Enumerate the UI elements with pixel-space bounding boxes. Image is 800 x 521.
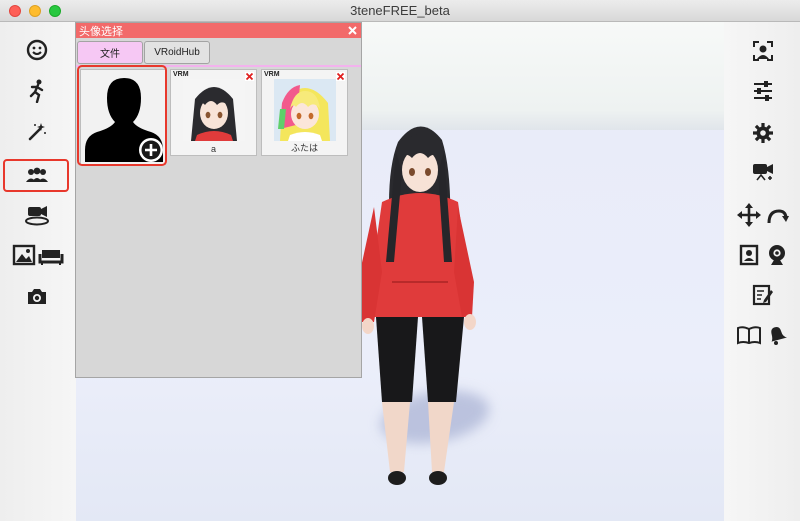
avatar-thumbnail [274, 79, 336, 141]
face-icon[interactable] [24, 38, 50, 62]
window-title: 3teneFREE_beta [350, 3, 450, 18]
right-toolbar [724, 22, 800, 521]
close-window-button[interactable] [9, 5, 21, 17]
add-avatar-highlight [77, 65, 167, 166]
panel-title-bar: 头像选择 [76, 23, 361, 38]
delete-avatar-icon[interactable] [336, 72, 345, 81]
camera-stage-icon[interactable] [22, 202, 52, 228]
background-icon[interactable] [10, 242, 66, 268]
tab-vroidhub[interactable]: VRoidHub [144, 41, 210, 64]
vrm-badge: VRM [173, 71, 189, 78]
panel-close-button[interactable] [346, 23, 359, 37]
avatar-name: a [210, 144, 216, 154]
video-camera-icon[interactable] [750, 160, 776, 184]
delete-avatar-icon[interactable] [245, 72, 254, 81]
left-toolbar [0, 22, 76, 521]
edit-icon[interactable] [750, 282, 776, 308]
avatar-name: ふたは [290, 143, 318, 153]
close-icon [348, 25, 357, 35]
panel-title: 头像选择 [79, 25, 123, 38]
motion-icon[interactable] [24, 78, 50, 104]
vrm-badge: VRM [264, 71, 280, 78]
sliders-icon[interactable] [750, 78, 776, 104]
avatar-model[interactable] [340, 112, 500, 512]
gear-icon[interactable] [750, 120, 776, 146]
title-bar: 3teneFREE_beta [0, 0, 800, 22]
screenshot-icon[interactable] [24, 284, 50, 308]
source-tabs: 文件 VRoidHub [77, 41, 210, 64]
book-icon[interactable] [734, 322, 764, 348]
zoom-window-button[interactable] [49, 5, 61, 17]
avatar-card-a[interactable]: VRM a [170, 69, 257, 156]
portrait-icon[interactable] [736, 242, 762, 268]
minimize-window-button[interactable] [29, 5, 41, 17]
move-icon[interactable] [736, 202, 762, 228]
avatar-thumbnail [183, 79, 245, 141]
avatar-select-icon[interactable] [24, 164, 50, 186]
webcam-icon[interactable] [764, 242, 790, 268]
avatar-card-futaha[interactable]: VRM ふたは [261, 69, 348, 156]
bell-icon[interactable] [764, 322, 790, 348]
effects-icon[interactable] [24, 120, 50, 144]
rotate-icon[interactable] [764, 204, 790, 228]
tab-file[interactable]: 文件 [77, 41, 143, 64]
window-controls [9, 5, 61, 17]
face-frame-icon[interactable] [750, 38, 776, 64]
